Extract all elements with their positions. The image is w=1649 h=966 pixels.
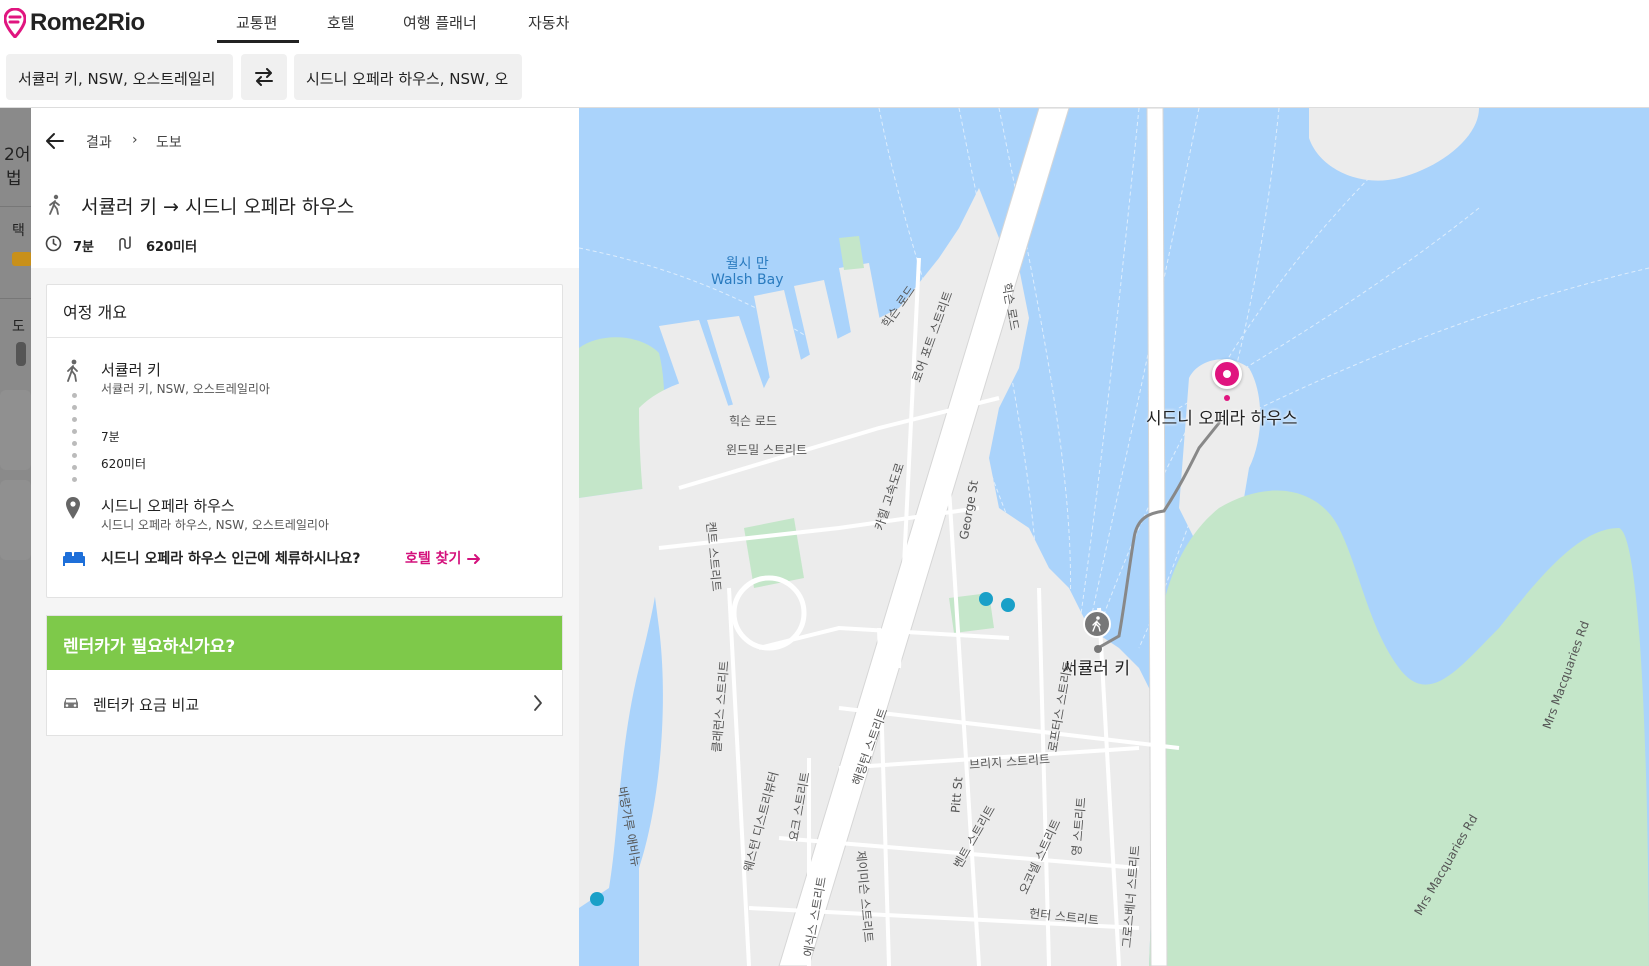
route-dot [72, 405, 77, 410]
rental-car-title: 렌터카가 필요하신가요? [63, 637, 236, 657]
swap-button[interactable] [241, 54, 287, 100]
hotel-question: 시드니 오페라 하우스 인근에 체류하시나요? [101, 551, 361, 567]
route-dot [72, 441, 77, 446]
ferry-stop-icon[interactable] [979, 592, 993, 606]
route-dot [72, 453, 77, 458]
leg-distance: 620미터 [101, 457, 146, 471]
destination-stop-name: 시드니 오페라 하우스 [101, 497, 235, 515]
marker-dot [1223, 370, 1231, 378]
origin-input[interactable]: 서큘러 키, NSW, 오스트레일리 [6, 54, 233, 100]
itinerary-card: 여정 개요 서큘러 키 서큘러 키, NSW, 오스트레일리아 7분 620미터… [46, 284, 563, 598]
location-pin-icon [66, 497, 80, 519]
rental-car-card: 렌터카가 필요하신가요? 렌터카 요금 비교 [46, 615, 563, 736]
destination-marker[interactable] [1212, 359, 1242, 389]
back-arrow-icon[interactable] [45, 132, 65, 150]
find-hotel-link[interactable]: 호텔 찾기 [405, 548, 482, 568]
route-dot [72, 393, 77, 398]
leg-duration: 7분 [101, 430, 120, 444]
car-icon [64, 698, 78, 708]
breadcrumb-separator: › [132, 132, 138, 148]
tab-trip-planner[interactable]: 여행 플래너 [403, 12, 477, 33]
divider [47, 337, 562, 338]
rental-car-banner: 렌터카가 필요하신가요? [47, 616, 562, 670]
walk-icon [49, 194, 60, 215]
origin-stop-address: 서큘러 키, NSW, 오스트레일리아 [101, 382, 270, 396]
walsh-bay-label-ko: 월시 만 [725, 256, 769, 272]
backdrop-text: 2어 [4, 145, 31, 165]
chevron-right-icon [534, 695, 542, 711]
ferry-stop-icon[interactable] [1001, 598, 1015, 612]
destination-input[interactable]: 시드니 오페라 하우스, NSW, 오 [294, 54, 522, 100]
tab-hotels[interactable]: 호텔 [327, 12, 355, 33]
backdrop-card [0, 480, 31, 560]
breadcrumb-results[interactable]: 결과 [86, 132, 112, 152]
taxi-icon [12, 252, 32, 266]
route-dot [72, 477, 77, 482]
backdrop-card [0, 390, 31, 470]
walk-icon [67, 359, 78, 382]
tab-transport[interactable]: 교통편 [236, 12, 277, 33]
route-dot [72, 465, 77, 470]
top-bar: Rome2Rio 교통편 호텔 여행 플래너 자동차 [0, 0, 1649, 46]
rome2rio-logo-icon [4, 8, 26, 38]
backdrop-text: 택 [12, 223, 25, 239]
route-duration: 7분 [73, 240, 95, 255]
swap-icon [255, 68, 273, 86]
rental-compare-label: 렌터카 요금 비교 [93, 696, 200, 714]
map[interactable]: 월시 만 Walsh Bay 시드니 오페라 하우스 서큘러 키 힉슨 로드 윈… [579, 108, 1649, 966]
map-canvas [579, 108, 1649, 966]
destination-point [1224, 395, 1230, 401]
walsh-bay-label: 월시 만 Walsh Bay [711, 256, 784, 288]
route-title: 서큘러 키 → 시드니 오페라 하우스 [81, 196, 355, 218]
arrow-right-icon [467, 554, 481, 564]
origin-stop-name: 서큘러 키 [101, 361, 161, 379]
panel-header: 결과 › 도보 서큘러 키 → 시드니 오페라 하우스 7분 620미터 [31, 108, 579, 268]
destination-map-label: 시드니 오페라 하우스 [1146, 409, 1298, 429]
rental-compare-row[interactable]: 렌터카 요금 비교 [47, 670, 562, 736]
backdrop-text: 법 [6, 169, 22, 189]
route-dot [72, 429, 77, 434]
route-distance-icon [119, 236, 131, 251]
divider [0, 298, 31, 299]
clock-icon [45, 235, 62, 252]
tab-car[interactable]: 자동차 [528, 12, 569, 33]
walk-icon [16, 342, 26, 366]
find-hotel-label: 호텔 찾기 [405, 551, 462, 567]
street-label: 윈드밀 스트리트 [726, 443, 808, 457]
destination-stop-address: 시드니 오페라 하우스, NSW, 오스트레일리아 [101, 518, 329, 532]
route-distance: 620미터 [146, 240, 198, 255]
route-detail-panel: 결과 › 도보 서큘러 키 → 시드니 오페라 하우스 7분 620미터 여정 … [31, 108, 579, 966]
search-row: 서큘러 키, NSW, 오스트레일리 시드니 오페라 하우스, NSW, 오 [0, 46, 1649, 108]
itinerary-heading: 여정 개요 [63, 303, 127, 322]
walsh-bay-label-en: Walsh Bay [711, 272, 784, 288]
logo-text: Rome2Rio [30, 9, 145, 36]
bed-icon [63, 552, 85, 566]
logo[interactable]: Rome2Rio [4, 8, 145, 38]
street-label: 힉슨 로드 [729, 414, 777, 428]
ferry-stop-icon[interactable] [590, 892, 604, 906]
backdrop-text: 도 [12, 319, 25, 335]
active-tab-indicator [217, 40, 299, 43]
origin-walk-marker[interactable] [1083, 610, 1111, 638]
route-dot [72, 417, 77, 422]
breadcrumb-current: 도보 [156, 135, 182, 151]
divider [0, 206, 31, 207]
walk-icon [1092, 616, 1101, 632]
